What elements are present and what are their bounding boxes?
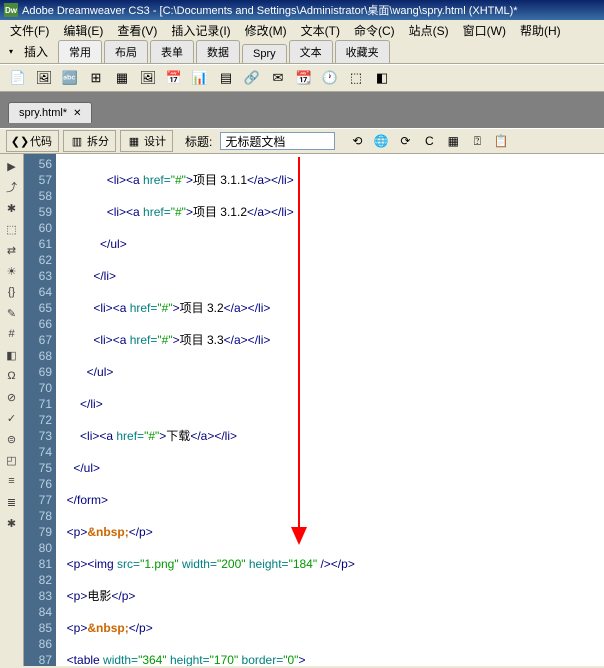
select-parent-icon[interactable]: ⬚ bbox=[3, 221, 21, 237]
highlight-icon[interactable]: ✱ bbox=[3, 200, 21, 216]
tab-text[interactable]: 文本 bbox=[289, 40, 333, 63]
code-nav-icon[interactable]: ◰ bbox=[3, 452, 21, 468]
doc-toolbar-icons: ⟲ 🌐 ⟳ C ▦ ⍰ 📋 bbox=[347, 131, 511, 151]
design-label: 设计 bbox=[144, 133, 166, 149]
menu-edit[interactable]: 编辑(E) bbox=[57, 20, 109, 41]
tab-spry[interactable]: Spry bbox=[242, 44, 287, 63]
code-editor: ▶ ⤴ ✱ ⬚ ⇄ ☀ {} ✎ # ◧ Ω ⊘ ✓ ⊜ ◰ ≡ ≣ ✱ 565… bbox=[0, 154, 604, 666]
split-icon: ▥ bbox=[70, 134, 84, 148]
insert-tabs: 常用 布局 表单 数据 Spry 文本 收藏夹 bbox=[54, 41, 392, 63]
split-label: 拆分 bbox=[87, 133, 109, 149]
menu-file[interactable]: 文件(F) bbox=[4, 20, 55, 41]
app-icon: Dw bbox=[4, 3, 18, 17]
menubar: 文件(F) 编辑(E) 查看(V) 插入记录(I) 修改(M) 文本(T) 命令… bbox=[0, 20, 604, 40]
menu-window[interactable]: 窗口(W) bbox=[457, 20, 512, 41]
email-icon[interactable]: ✉ bbox=[268, 68, 288, 88]
calendar-icon[interactable]: 📆 bbox=[294, 68, 314, 88]
menu-commands[interactable]: 命令(C) bbox=[348, 20, 401, 41]
snippets-icon[interactable]: ✱ bbox=[3, 515, 21, 531]
globe-icon[interactable]: 🌐 bbox=[371, 131, 391, 151]
tab-data[interactable]: 数据 bbox=[196, 40, 240, 63]
media-icon[interactable]: 🖼 bbox=[138, 68, 158, 88]
wrap-tag-icon[interactable]: ◧ bbox=[3, 347, 21, 363]
open-docs-icon[interactable]: ▶ bbox=[3, 158, 21, 174]
collapse-icon[interactable]: ⤴ bbox=[3, 179, 21, 195]
doc-tab-label: spry.html* bbox=[19, 107, 67, 119]
document-tabs: spry.html* ✕ bbox=[0, 92, 604, 128]
reload-icon[interactable]: ⟳ bbox=[395, 131, 415, 151]
hyperlink-icon[interactable]: 📄 bbox=[8, 68, 28, 88]
comment-icon[interactable]: ▤ bbox=[216, 68, 236, 88]
tag-icon[interactable]: ◧ bbox=[372, 68, 392, 88]
date-icon[interactable]: 📅 bbox=[164, 68, 184, 88]
line-gutter: 5657585960616263646566676869707172737475… bbox=[24, 154, 56, 666]
code-label: 代码 bbox=[30, 133, 52, 149]
line-numbers-icon[interactable]: ☀ bbox=[3, 263, 21, 279]
template-icon[interactable]: ⬚ bbox=[346, 68, 366, 88]
titlebar: Dw Adobe Dreamweaver CS3 - [C:\Documents… bbox=[0, 0, 604, 20]
apply-comment-icon[interactable]: ✎ bbox=[3, 305, 21, 321]
title-input[interactable] bbox=[220, 132, 335, 150]
code-vtoolbar: ▶ ⤴ ✱ ⬚ ⇄ ☀ {} ✎ # ◧ Ω ⊘ ✓ ⊜ ◰ ≡ ≣ ✱ bbox=[0, 154, 24, 666]
check-page-icon[interactable]: 📋 bbox=[491, 131, 511, 151]
menu-help[interactable]: 帮助(H) bbox=[514, 20, 567, 41]
chevron-down-icon[interactable]: ▾ bbox=[4, 45, 18, 59]
menu-modify[interactable]: 修改(M) bbox=[239, 20, 293, 41]
menu-view[interactable]: 查看(V) bbox=[111, 20, 163, 41]
indent-icon[interactable]: ≡ bbox=[3, 473, 21, 489]
recent-snippets-icon[interactable]: Ω bbox=[3, 368, 21, 384]
code-area[interactable]: <li><a href="#">项目 3.1.1</a></li> <li><a… bbox=[56, 154, 604, 666]
design-icon: ▦ bbox=[127, 134, 141, 148]
table-icon[interactable]: ⊞ bbox=[86, 68, 106, 88]
insert-icons: 📄 🖼 🔤 ⊞ ▦ 🖼 📅 📊 ▤ 🔗 ✉ 📆 🕐 ⬚ ◧ bbox=[0, 64, 604, 92]
insert-label: 插入 bbox=[24, 43, 48, 60]
code-view-button[interactable]: ❮❯ 代码 bbox=[6, 130, 59, 152]
visual-aids-icon[interactable]: ⍰ bbox=[467, 131, 487, 151]
text-icon[interactable]: 🔤 bbox=[60, 68, 80, 88]
time-icon[interactable]: 🕐 bbox=[320, 68, 340, 88]
div-icon[interactable]: ▦ bbox=[112, 68, 132, 88]
tab-common[interactable]: 常用 bbox=[58, 40, 102, 63]
image-icon[interactable]: 🖼 bbox=[34, 68, 54, 88]
remove-comment-icon[interactable]: ⊘ bbox=[3, 389, 21, 405]
menu-insert[interactable]: 插入记录(I) bbox=[165, 20, 236, 41]
syntax-error-icon[interactable]: ⊜ bbox=[3, 431, 21, 447]
code-icon: ❮❯ bbox=[13, 134, 27, 148]
design-view-button[interactable]: ▦ 设计 bbox=[120, 130, 173, 152]
format-source-icon[interactable]: {} bbox=[3, 284, 21, 300]
menu-text[interactable]: 文本(T) bbox=[295, 20, 346, 41]
validate-markup-icon[interactable]: ✓ bbox=[3, 410, 21, 426]
split-view-button[interactable]: ▥ 拆分 bbox=[63, 130, 116, 152]
document-tab[interactable]: spry.html* ✕ bbox=[8, 102, 92, 123]
insert-bar: ▾ 插入 常用 布局 表单 数据 Spry 文本 收藏夹 bbox=[0, 40, 604, 64]
menu-site[interactable]: 站点(S) bbox=[403, 20, 455, 41]
outdent-icon[interactable]: ≣ bbox=[3, 494, 21, 510]
view-options-icon[interactable]: ▦ bbox=[443, 131, 463, 151]
balance-braces-icon[interactable]: ⇄ bbox=[3, 242, 21, 258]
view-toolbar: ❮❯ 代码 ▥ 拆分 ▦ 设计 标题: ⟲ 🌐 ⟳ C ▦ ⍰ 📋 bbox=[0, 128, 604, 154]
hash-icon[interactable]: # bbox=[3, 326, 21, 342]
title-label: 标题: bbox=[185, 133, 212, 150]
server-icon[interactable]: 📊 bbox=[190, 68, 210, 88]
refresh-icon[interactable]: ⟲ bbox=[347, 131, 367, 151]
link-icon[interactable]: 🔗 bbox=[242, 68, 262, 88]
title-text: Adobe Dreamweaver CS3 - [C:\Documents an… bbox=[22, 2, 518, 18]
tab-favorites[interactable]: 收藏夹 bbox=[335, 40, 390, 63]
tab-forms[interactable]: 表单 bbox=[150, 40, 194, 63]
close-icon[interactable]: ✕ bbox=[73, 108, 81, 119]
validate-icon[interactable]: C bbox=[419, 131, 439, 151]
tab-layout[interactable]: 布局 bbox=[104, 40, 148, 63]
